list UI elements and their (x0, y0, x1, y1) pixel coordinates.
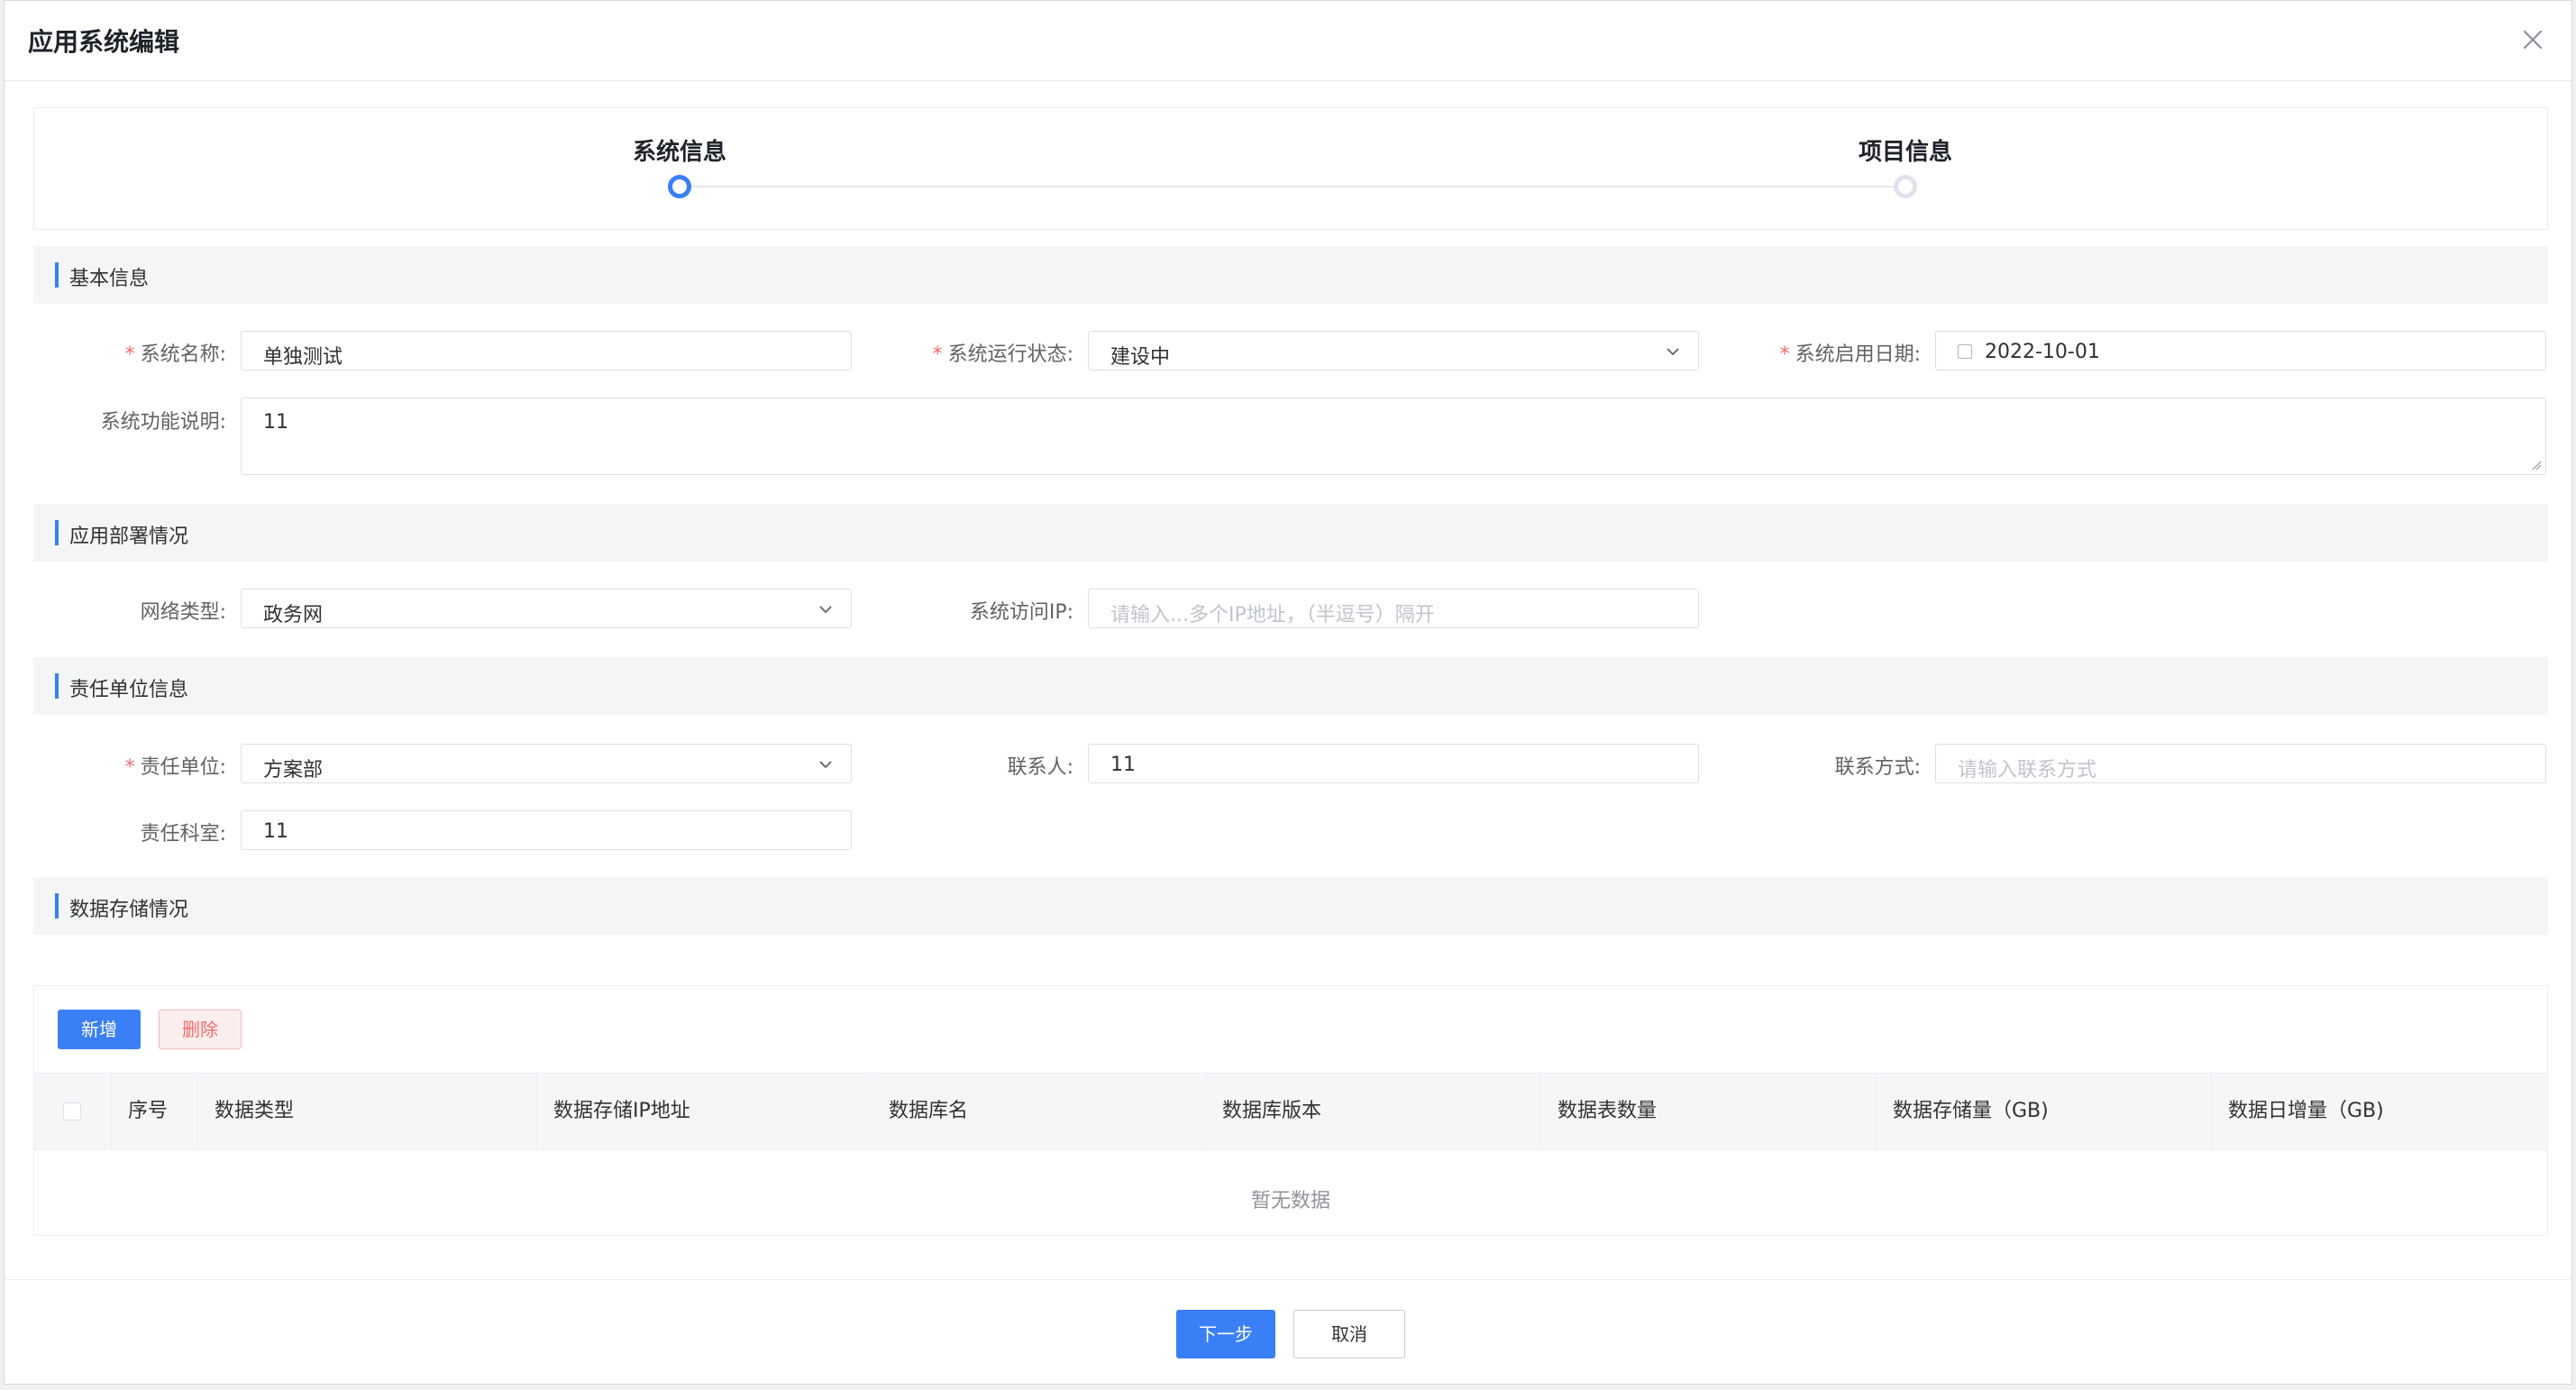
column-header: 数据存储量（GB) (1877, 1074, 2212, 1149)
section-basic-info: 基本信息 (33, 246, 2548, 304)
responsible-unit-label: * 责任单位: (124, 756, 226, 779)
step-connector (680, 186, 1905, 187)
responsible-dept-input[interactable]: 11 (241, 810, 852, 850)
contact-phone-label: 联系方式: (1834, 756, 1921, 779)
chevron-down-icon (819, 761, 832, 769)
section-title: 责任单位信息 (69, 679, 189, 701)
step-dot-inactive[interactable] (1894, 175, 1917, 198)
section-accent-bar (55, 893, 59, 919)
edit-dialog: 应用系统编辑 系统信息 项目信息 基本信息 * 系统名称: 单独测试 * 系统运行状… (4, 0, 2572, 1385)
responsible-dept-label: 责任科室: (140, 823, 226, 846)
network-type-select[interactable]: 政务网 (241, 589, 852, 628)
contact-person-input[interactable]: 11 (1088, 744, 1699, 783)
section-deploy: 应用部署情况 (33, 504, 2548, 562)
footer-divider (5, 1279, 2571, 1280)
step-label-system-info[interactable]: 系统信息 (633, 133, 726, 167)
section-accent-bar (55, 520, 59, 545)
empty-state-text: 暂无数据 (1250, 1190, 1330, 1212)
chevron-down-icon (819, 606, 832, 614)
delete-button[interactable]: 删除 (159, 1010, 242, 1049)
column-header: 数据表数量 (1541, 1074, 1877, 1149)
resize-handle-icon[interactable] (2531, 460, 2542, 471)
access-ip-input[interactable]: 请输入...多个IP地址，（半逗号）隔开 (1088, 589, 1699, 628)
contact-person-label: 联系人: (1007, 756, 1073, 779)
section-title: 应用部署情况 (69, 526, 189, 548)
system-date-value: 2022-10-01 (1985, 341, 2100, 363)
next-step-button[interactable]: 下一步 (1176, 1310, 1275, 1358)
system-status-select[interactable]: 建设中 (1088, 331, 1699, 370)
column-header: 数据日增量（GB) (2228, 1100, 2384, 1122)
system-name-label: * 系统名称: (124, 343, 226, 366)
contact-phone-input[interactable]: 请输入联系方式 (1935, 744, 2546, 783)
section-storage: 数据存储情况 (33, 877, 2548, 935)
section-accent-bar (55, 262, 59, 288)
network-type-value: 政务网 (263, 604, 324, 626)
column-header: 数据类型 (198, 1074, 537, 1149)
column-header: 数据库名 (872, 1074, 1206, 1149)
system-status-value: 建设中 (1110, 346, 1171, 369)
system-desc-label: 系统功能说明: (100, 411, 226, 434)
calendar-icon (1958, 344, 1972, 359)
dialog-header: 应用系统编辑 (5, 1, 2571, 81)
column-header: 数据库版本 (1206, 1074, 1541, 1149)
system-desc-value: 11 (263, 411, 288, 434)
network-type-label: 网络类型: (140, 601, 226, 624)
section-accent-bar (55, 673, 59, 699)
column-header: 数据存储IP地址 (537, 1074, 872, 1149)
close-icon[interactable] (2516, 23, 2550, 57)
table-header: 序号 数据类型 数据存储IP地址 数据库名 数据库版本 数据表数量 数据存储量（… (34, 1073, 2547, 1150)
section-title: 数据存储情况 (69, 899, 189, 921)
dialog-title: 应用系统编辑 (28, 27, 180, 57)
add-button[interactable]: 新增 (58, 1010, 141, 1049)
column-header: 序号 (112, 1074, 198, 1149)
steps-bar: 系统信息 项目信息 (33, 107, 2548, 230)
step-dot-active[interactable] (668, 175, 691, 198)
section-responsible: 责任单位信息 (33, 657, 2548, 715)
system-date-picker[interactable]: 2022-10-01 (1935, 331, 2546, 370)
system-name-input[interactable]: 单独测试 (241, 331, 852, 370)
system-desc-textarea[interactable]: 11 (241, 398, 2546, 475)
cancel-button[interactable]: 取消 (1293, 1310, 1405, 1358)
responsible-unit-value: 方案部 (263, 759, 324, 782)
chevron-down-icon (1667, 348, 1679, 356)
system-status-label: * 系统运行状态: (932, 343, 1073, 366)
section-title: 基本信息 (69, 268, 150, 290)
select-all-cell (34, 1074, 112, 1149)
access-ip-label: 系统访问IP: (969, 601, 1073, 624)
responsible-unit-select[interactable]: 方案部 (241, 744, 852, 783)
select-all-checkbox[interactable] (63, 1102, 81, 1120)
storage-table-panel: 新增 删除 序号 数据类型 数据存储IP地址 数据库名 数据库版本 数据表数量 … (33, 985, 2548, 1236)
step-label-project-info[interactable]: 项目信息 (1859, 133, 1952, 167)
system-date-label: * 系统启用日期: (1779, 343, 1921, 366)
